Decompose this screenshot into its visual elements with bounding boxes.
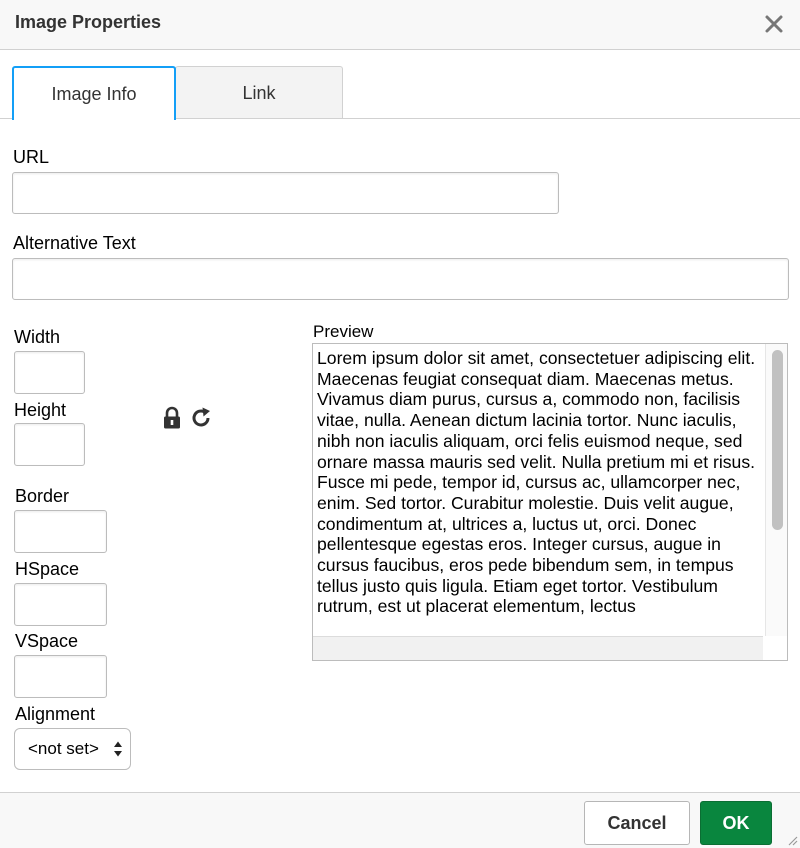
width-input[interactable] — [14, 351, 85, 394]
height-label: Height — [14, 400, 67, 420]
resize-grip-icon[interactable] — [786, 834, 798, 846]
preview-text: Lorem ipsum dolor sit amet, consectetuer… — [317, 348, 756, 617]
preview-pane[interactable]: Lorem ipsum dolor sit amet, consectetuer… — [312, 343, 788, 661]
preview-horizontal-scrollbar[interactable] — [313, 636, 763, 660]
alignment-select-value: <not set> — [28, 739, 99, 758]
hspace-label: HSpace — [15, 559, 80, 579]
refresh-icon[interactable] — [190, 406, 214, 430]
tab-link-label: Link — [242, 83, 276, 103]
border-input[interactable] — [14, 510, 107, 553]
close-icon[interactable] — [760, 10, 788, 38]
updown-arrows-icon — [114, 741, 122, 757]
ratio-controls — [160, 404, 216, 432]
dialog-footer: Cancel OK — [0, 792, 800, 848]
alt-text-label: Alternative Text — [13, 233, 136, 253]
url-input[interactable] — [12, 172, 559, 214]
hspace-input[interactable] — [14, 583, 107, 626]
tab-link[interactable]: Link — [175, 66, 343, 119]
tab-image-info[interactable]: Image Info — [12, 66, 176, 120]
preview-vertical-scrollbar[interactable] — [765, 344, 787, 636]
alt-text-input[interactable] — [12, 258, 789, 300]
dialog-titlebar: Image Properties — [0, 0, 800, 50]
preview-scroll-thumb[interactable] — [772, 350, 783, 530]
vspace-label: VSpace — [15, 631, 79, 651]
lock-icon[interactable] — [162, 406, 182, 430]
cancel-button[interactable]: Cancel — [584, 801, 690, 845]
width-label: Width — [14, 327, 61, 347]
alignment-select[interactable]: <not set> — [14, 728, 131, 770]
height-input[interactable] — [14, 423, 85, 466]
border-label: Border — [15, 486, 70, 506]
alignment-label: Alignment — [15, 704, 96, 724]
ok-button[interactable]: OK — [700, 801, 772, 845]
url-label: URL — [13, 147, 50, 167]
dialog-title: Image Properties — [15, 12, 162, 32]
tab-image-info-label: Image Info — [51, 84, 137, 104]
preview-label: Preview — [313, 322, 374, 341]
vspace-input[interactable] — [14, 655, 107, 698]
